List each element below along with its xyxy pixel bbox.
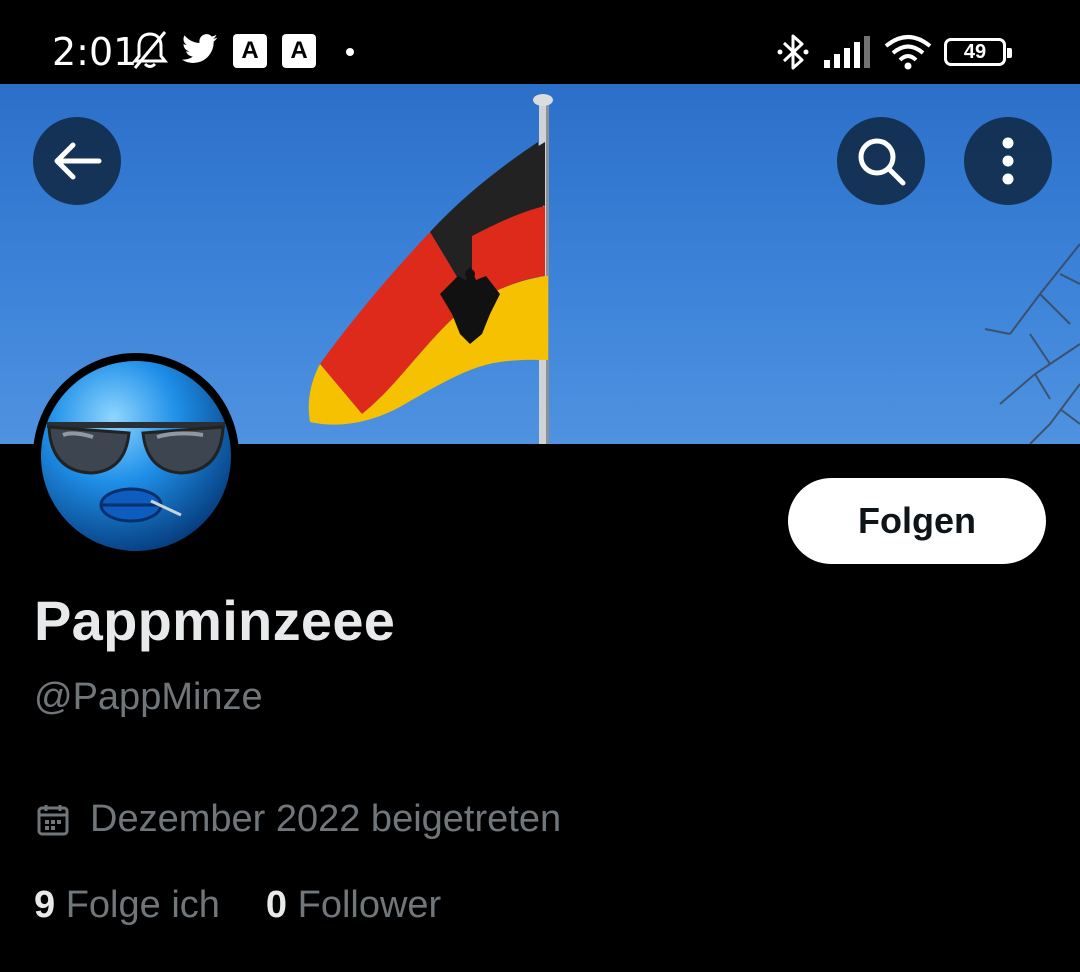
bluetooth-icon (776, 32, 810, 77)
battery-icon: 49 (944, 38, 1012, 66)
signal-icon (824, 36, 872, 73)
follow-stats: 9 Folge ich 0 Follower (34, 884, 487, 927)
followers-label: Follower (297, 884, 442, 926)
followers-count: 0 (265, 884, 288, 926)
joined-date-text: Dezember 2022 beigetreten (90, 798, 562, 840)
followers-stat-link[interactable]: 0 Follower (266, 884, 441, 927)
display-name: Pappminzeee (34, 589, 396, 652)
status-time: 2:01 (52, 30, 138, 74)
avatar[interactable] (33, 353, 239, 559)
user-handle: @PappMinze (34, 676, 263, 718)
more-options-button[interactable] (964, 117, 1052, 205)
bell-off-icon (131, 30, 169, 75)
back-arrow-icon (54, 142, 102, 180)
status-bar: 2:01 A A 49 (0, 0, 1080, 84)
joined-date-row: Dezember 2022 beigetreten (36, 798, 561, 841)
twitter-icon (182, 34, 218, 69)
calendar-icon (37, 804, 69, 835)
wifi-icon (884, 34, 932, 75)
search-icon (858, 138, 906, 186)
app-a-icon: A (282, 34, 316, 68)
following-count: 9 (34, 884, 56, 926)
more-vertical-icon (1002, 137, 1014, 185)
follow-button[interactable]: Folgen (788, 478, 1046, 564)
app-a-icon: A (233, 34, 267, 68)
back-button[interactable] (33, 117, 121, 205)
search-button[interactable] (837, 117, 925, 205)
following-label: Folge ich (65, 884, 220, 926)
following-stat-link[interactable]: 9 Folge ich (34, 884, 220, 927)
notification-dot (346, 48, 354, 56)
